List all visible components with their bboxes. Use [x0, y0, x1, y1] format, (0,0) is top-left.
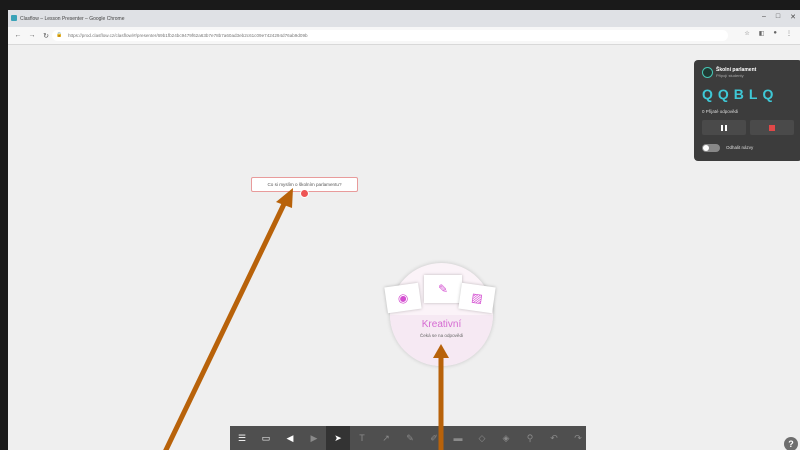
bottom-toolbar: ☰ ▭ ◀ ▶ ➤ T ↗ ✎ ✐ ▬ ◇ ◈ ⚲ ↶ ↷ — [230, 426, 586, 450]
zoom-icon[interactable]: ⚲ — [518, 426, 542, 450]
creative-subtitle: Čeká se na odpovědi — [419, 333, 464, 338]
reveal-names-toggle[interactable] — [702, 144, 720, 152]
arrow-tool-icon[interactable]: ↗ — [374, 426, 398, 450]
redo-icon[interactable]: ↷ — [566, 426, 590, 450]
responses-count: 0 Přijaté odpovědi — [702, 109, 739, 114]
session-avatar-icon — [702, 67, 713, 78]
pen-icon[interactable]: ✎ — [398, 426, 422, 450]
text-icon[interactable]: T — [350, 426, 374, 450]
address-bar: ← → ↻ 🔒 https://prod.clasflow.cz/clasflo… — [8, 27, 800, 45]
forward-nav-icon[interactable]: → — [28, 32, 36, 39]
pause-icon — [721, 124, 723, 131]
menu-dots-icon[interactable]: ⋮ — [786, 30, 792, 37]
stop-icon — [769, 124, 775, 131]
url-field[interactable]: 🔒 https://prod.clasflow.cz/clasflow/#/pr… — [52, 30, 728, 41]
session-subtitle: Připojí studenty — [716, 73, 744, 78]
star-icon[interactable]: ☆ — [744, 30, 749, 37]
brush-icon: ✎ — [424, 275, 462, 303]
close-icon[interactable]: ✕ — [790, 13, 796, 21]
back-nav-icon[interactable]: ← — [14, 32, 22, 39]
pause-button[interactable] — [702, 120, 746, 135]
highlighter-icon[interactable]: ✐ — [422, 426, 446, 450]
stop-button[interactable] — [750, 120, 794, 135]
maximize-icon[interactable]: □ — [776, 13, 780, 21]
undo-icon[interactable]: ↶ — [542, 426, 566, 450]
session-panel: Školní parlament Připojí studenty QQBLQ … — [694, 60, 800, 161]
browser-window: Clasflow – Lesson Presenter – Google Chr… — [8, 10, 800, 450]
question-handle[interactable] — [300, 189, 309, 198]
url-text: https://prod.clasflow.cz/clasflow/#/pres… — [68, 33, 308, 38]
question-text: Co si myslím o školním parlamentu? — [267, 182, 342, 187]
back-icon[interactable]: ◀ — [278, 426, 302, 450]
window-title: Clasflow – Lesson Presenter – Google Chr… — [20, 15, 125, 22]
slides-icon[interactable]: ▭ — [254, 426, 278, 450]
session-code: QQBLQ — [702, 86, 779, 102]
help-button[interactable]: ? — [784, 437, 798, 450]
reveal-names-label: Odhalit názvy — [726, 145, 754, 150]
favicon-icon — [11, 15, 17, 21]
lock-icon: 🔒 — [56, 32, 63, 38]
profile-icon[interactable]: ● — [773, 30, 777, 37]
image-icon: ▨ — [458, 282, 496, 314]
select-icon[interactable]: ➤ — [326, 426, 350, 450]
title-bar: Clasflow – Lesson Presenter – Google Chr… — [8, 10, 800, 27]
reload-icon[interactable]: ↻ — [42, 32, 50, 40]
eraser-icon[interactable]: ▬ — [446, 426, 470, 450]
minimize-icon[interactable]: – — [762, 13, 766, 21]
shape-icon[interactable]: ◇ — [470, 426, 494, 450]
presentation-canvas[interactable]: Co si myslím o školním parlamentu? ◉ ✎ ▨… — [8, 45, 800, 450]
creative-activity-circle[interactable]: ◉ ✎ ▨ Kreativní Čeká se na odpovědi — [384, 263, 496, 366]
menu-icon[interactable]: ☰ — [230, 426, 254, 450]
fill-icon[interactable]: ◈ — [494, 426, 518, 450]
forward-icon[interactable]: ▶ — [302, 426, 326, 450]
extension-icon[interactable]: ◧ — [759, 30, 765, 37]
creative-title: Kreativní — [421, 319, 462, 330]
camera-icon: ◉ — [384, 282, 422, 314]
